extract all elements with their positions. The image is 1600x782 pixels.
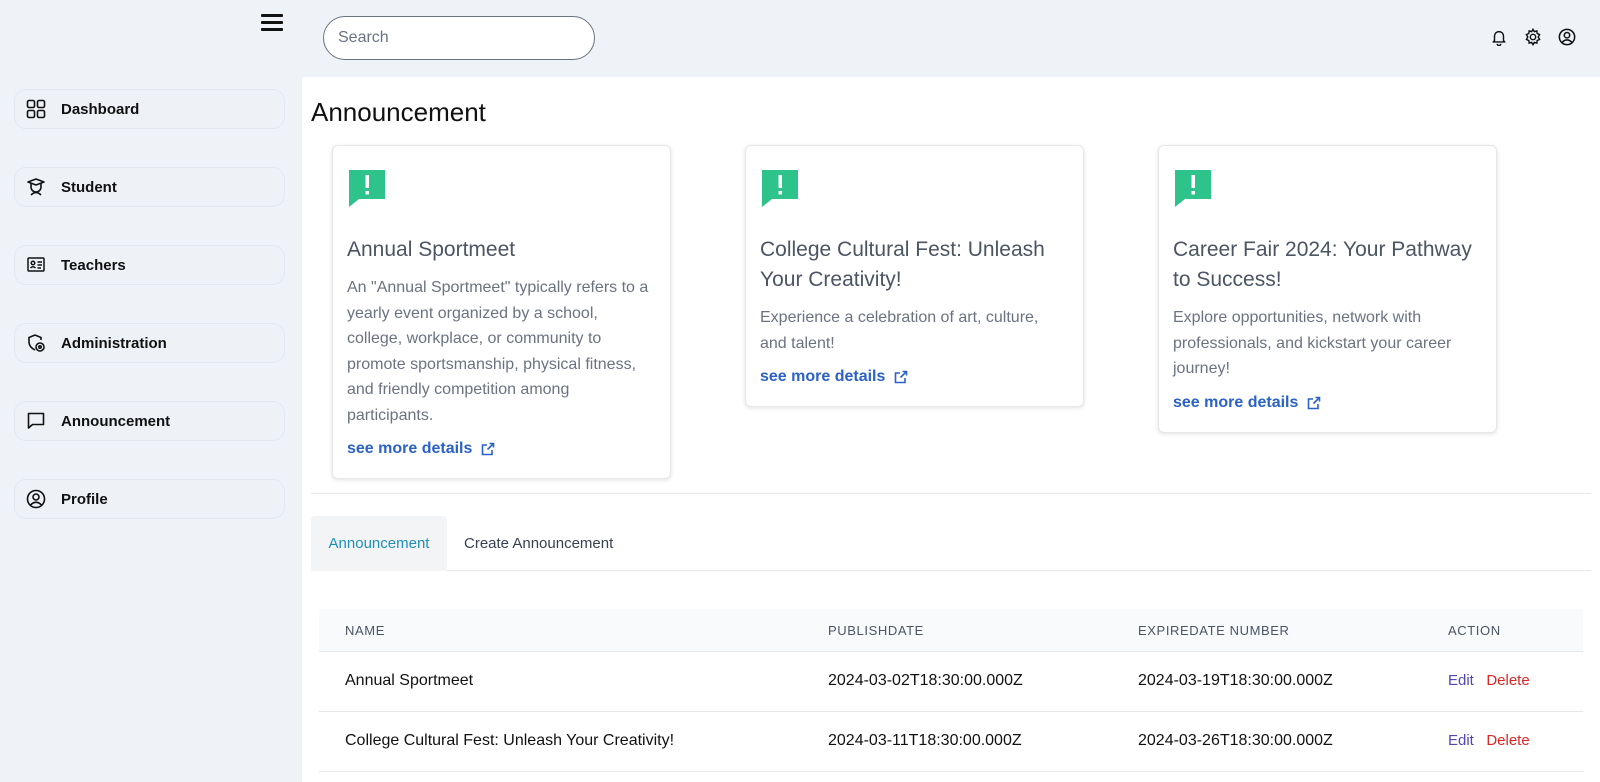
sidebar-item-dashboard[interactable]: Dashboard xyxy=(14,89,285,129)
card-description: Explore opportunities, network with prof… xyxy=(1173,309,1452,377)
user-circle-icon xyxy=(25,488,47,510)
id-card-icon xyxy=(25,254,47,276)
edit-button[interactable]: Edit xyxy=(1448,672,1474,689)
link-label: see more details xyxy=(1173,393,1299,411)
see-more-details-link[interactable]: see more details xyxy=(760,368,908,386)
table-row: Annual Sportmeet 2024-03-02T18:30:00.000… xyxy=(319,652,1583,712)
see-more-details-link[interactable]: see more details xyxy=(347,440,495,458)
card-description: Experience a celebration of art, culture… xyxy=(760,309,1039,352)
search-input[interactable] xyxy=(323,16,595,60)
external-link-icon xyxy=(1308,396,1321,409)
link-label: see more details xyxy=(760,368,886,385)
tab-create-announcement[interactable]: Create Announcement xyxy=(464,516,613,571)
announcement-table: NAME PUBLISHDATE EXPIREDATE NUMBER ACTIO… xyxy=(319,609,1583,772)
external-link-icon xyxy=(895,370,908,384)
cell-publishdate: 2024-03-11T18:30:00.000Z xyxy=(828,732,1022,749)
main-content: Announcement Annual Sportmeet An "Annual… xyxy=(302,77,1600,782)
sidebar: Dashboard Student Teachers Administratio… xyxy=(0,0,302,782)
grid-icon xyxy=(25,98,47,120)
sidebar-item-announcement[interactable]: Announcement xyxy=(14,401,285,441)
sidebar-item-label: Teachers xyxy=(61,256,126,274)
announcement-card: Career Fair 2024: Your Pathway to Succes… xyxy=(1158,145,1497,433)
cell-expiredate: 2024-03-26T18:30:00.000Z xyxy=(1138,732,1333,749)
hamburger-menu-icon[interactable] xyxy=(261,14,283,36)
cell-name: College Cultural Fest: Unleash Your Crea… xyxy=(345,732,675,749)
card-title: Career Fair 2024: Your Pathway to Succes… xyxy=(1173,238,1472,291)
card-title: College Cultural Fest: Unleash Your Crea… xyxy=(760,238,1045,291)
cell-name: Annual Sportmeet xyxy=(345,672,474,689)
announcement-card: Annual Sportmeet An "Annual Sportmeet" t… xyxy=(332,145,671,479)
column-header-publishdate: PUBLISHDATE xyxy=(828,623,924,638)
column-header-name: NAME xyxy=(345,623,385,638)
sidebar-item-teachers[interactable]: Teachers xyxy=(14,245,285,285)
tab-bar: Announcement Create Announcement xyxy=(311,516,1591,571)
table-row: College Cultural Fest: Unleash Your Crea… xyxy=(319,712,1583,772)
gear-icon[interactable] xyxy=(1524,27,1544,48)
sidebar-item-label: Announcement xyxy=(61,412,171,430)
announcement-card: College Cultural Fest: Unleash Your Crea… xyxy=(745,145,1084,407)
table-header: NAME PUBLISHDATE EXPIREDATE NUMBER ACTIO… xyxy=(319,609,1583,652)
tab-announcement[interactable]: Announcement xyxy=(311,516,447,571)
admin-icon xyxy=(25,332,47,354)
delete-button[interactable]: Delete xyxy=(1486,672,1529,689)
page-title: Announcement xyxy=(311,97,486,127)
external-link-icon xyxy=(482,442,495,456)
column-header-expiredate: EXPIREDATE NUMBER xyxy=(1138,623,1290,638)
sidebar-item-label: Dashboard xyxy=(61,100,140,118)
see-more-details-link[interactable]: see more details xyxy=(1173,394,1321,412)
bell-icon[interactable] xyxy=(1490,28,1510,48)
cell-expiredate: 2024-03-19T18:30:00.000Z xyxy=(1138,672,1333,689)
cell-publishdate: 2024-03-02T18:30:00.000Z xyxy=(828,672,1023,689)
cell-actions: Edit Delete xyxy=(1448,672,1530,690)
sidebar-item-profile[interactable]: Profile xyxy=(14,479,285,519)
graduate-icon xyxy=(25,176,47,198)
edit-button[interactable]: Edit xyxy=(1448,732,1474,749)
sidebar-item-administration[interactable]: Administration xyxy=(14,323,285,363)
cell-actions: Edit Delete xyxy=(1448,732,1530,750)
link-label: see more details xyxy=(347,440,473,457)
card-description: An "Annual Sportmeet" typically refers t… xyxy=(347,279,649,424)
sidebar-item-label: Student xyxy=(61,178,117,196)
sidebar-item-label: Profile xyxy=(61,490,108,508)
card-title: Annual Sportmeet xyxy=(347,238,516,261)
user-circle-icon[interactable] xyxy=(1558,28,1578,48)
message-icon xyxy=(25,410,47,432)
announcement-alert-icon xyxy=(1175,170,1211,207)
sidebar-item-label: Administration xyxy=(61,334,167,352)
announcement-alert-icon xyxy=(349,170,385,207)
delete-button[interactable]: Delete xyxy=(1486,732,1529,749)
section-divider xyxy=(311,493,1591,494)
sidebar-item-student[interactable]: Student xyxy=(14,167,285,207)
column-header-action: ACTION xyxy=(1448,623,1501,638)
announcement-alert-icon xyxy=(762,170,798,207)
